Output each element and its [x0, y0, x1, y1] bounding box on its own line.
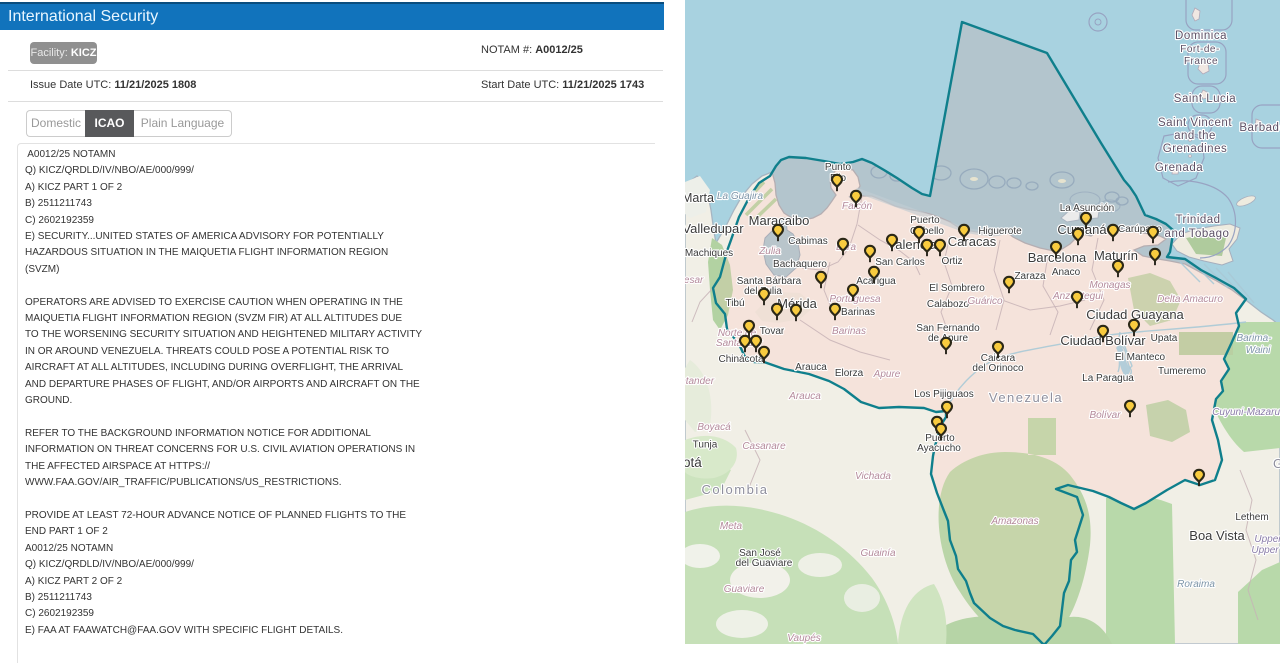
svg-text:Cesar: Cesar — [685, 275, 704, 286]
svg-text:Apure: Apure — [873, 369, 901, 380]
svg-text:El Manteco: El Manteco — [1115, 352, 1165, 363]
svg-text:Grenada: Grenada — [1155, 162, 1203, 174]
svg-text:Lethem: Lethem — [1235, 512, 1268, 523]
svg-text:Guainía: Guainía — [860, 548, 895, 559]
svg-text:Puerto: Puerto — [910, 215, 940, 226]
svg-text:Ayacucho: Ayacucho — [917, 443, 961, 454]
svg-text:Bolívar: Bolívar — [1089, 410, 1121, 421]
svg-text:Tibú: Tibú — [725, 298, 744, 309]
svg-text:Grenadines: Grenadines — [1163, 143, 1227, 155]
svg-text:France: France — [1184, 56, 1218, 67]
svg-text:Arauca: Arauca — [795, 362, 827, 373]
svg-text:Tovar: Tovar — [760, 326, 785, 337]
svg-text:La Paragua: La Paragua — [1082, 373, 1134, 384]
svg-text:Barinas: Barinas — [841, 307, 875, 318]
svg-text:Anaco: Anaco — [1052, 267, 1081, 278]
svg-text:del Guaviare: del Guaviare — [736, 558, 793, 569]
svg-text:Cabimas: Cabimas — [788, 236, 827, 247]
svg-text:Upper: Upper — [1254, 534, 1280, 545]
svg-text:Chinácota: Chinácota — [718, 354, 763, 365]
svg-text:Tumeremo: Tumeremo — [1158, 366, 1206, 377]
svg-text:Cuyuni-Mazaruni: Cuyuni-Mazaruni — [1212, 407, 1280, 418]
svg-text:Roraima: Roraima — [1177, 579, 1215, 590]
svg-text:Venezuela: Venezuela — [989, 390, 1063, 405]
svg-text:Monagas: Monagas — [1089, 280, 1130, 291]
svg-text:Zaraza: Zaraza — [1014, 271, 1046, 282]
svg-text:Gu: Gu — [1273, 456, 1280, 471]
svg-text:Ortiz: Ortiz — [941, 256, 962, 267]
svg-text:San Carlos: San Carlos — [875, 257, 924, 268]
svg-text:Arauca: Arauca — [788, 391, 821, 402]
svg-text:Upata: Upata — [1151, 333, 1178, 344]
svg-text:La Guajira: La Guajira — [717, 191, 764, 202]
svg-text:Los Pijiguaos: Los Pijiguaos — [914, 389, 973, 400]
svg-text:Barinas: Barinas — [832, 326, 866, 337]
svg-text:Zulia: Zulia — [758, 246, 781, 257]
svg-text:Trinidad: Trinidad — [1175, 214, 1220, 226]
svg-text:Guaviare: Guaviare — [724, 584, 765, 595]
svg-text:Guárico: Guárico — [967, 296, 1002, 307]
svg-text:Dominica: Dominica — [1175, 30, 1227, 42]
svg-text:Saint Lucia: Saint Lucia — [1174, 93, 1237, 105]
svg-text:Delta Amacuro: Delta Amacuro — [1157, 294, 1223, 305]
svg-text:Higuerote: Higuerote — [978, 226, 1022, 237]
svg-text:Vaupés: Vaupés — [787, 633, 821, 644]
svg-text:Machiques: Machiques — [685, 248, 733, 259]
svg-text:Waini: Waini — [1246, 345, 1272, 356]
svg-text:Saint Vincent: Saint Vincent — [1158, 117, 1232, 129]
svg-text:Punto: Punto — [825, 162, 852, 173]
svg-text:Vichada: Vichada — [855, 471, 891, 482]
svg-text:El Sombrero: El Sombrero — [929, 283, 985, 294]
svg-text:Elorza: Elorza — [835, 368, 864, 379]
svg-text:Casanare: Casanare — [742, 441, 786, 452]
svg-text:and the: and the — [1174, 130, 1216, 142]
svg-text:Upper: Upper — [1251, 545, 1279, 556]
svg-text:and Tobago: and Tobago — [1165, 228, 1230, 240]
svg-text:del Orinoco: del Orinoco — [972, 363, 1024, 374]
svg-text:Amazonas: Amazonas — [990, 516, 1038, 527]
svg-text:Fort-de-: Fort-de- — [1180, 44, 1220, 55]
svg-text:Tunja: Tunja — [693, 440, 718, 451]
svg-text:Colombia: Colombia — [702, 482, 769, 497]
svg-text:Bachaquero: Bachaquero — [773, 259, 827, 270]
svg-text:Santander: Santander — [685, 376, 715, 387]
svg-text:Meta: Meta — [720, 521, 743, 532]
svg-text:Marta: Marta — [685, 191, 714, 205]
svg-text:Calabozo: Calabozo — [927, 299, 970, 310]
svg-text:Boyacá: Boyacá — [697, 422, 731, 433]
svg-text:Valledupar: Valledupar — [685, 221, 744, 236]
svg-text:Boa Vista: Boa Vista — [1189, 528, 1245, 543]
svg-text:Barima-: Barima- — [1236, 333, 1272, 344]
svg-text:otá: otá — [685, 455, 702, 470]
svg-text:Barbados: Barbados — [1239, 122, 1280, 134]
